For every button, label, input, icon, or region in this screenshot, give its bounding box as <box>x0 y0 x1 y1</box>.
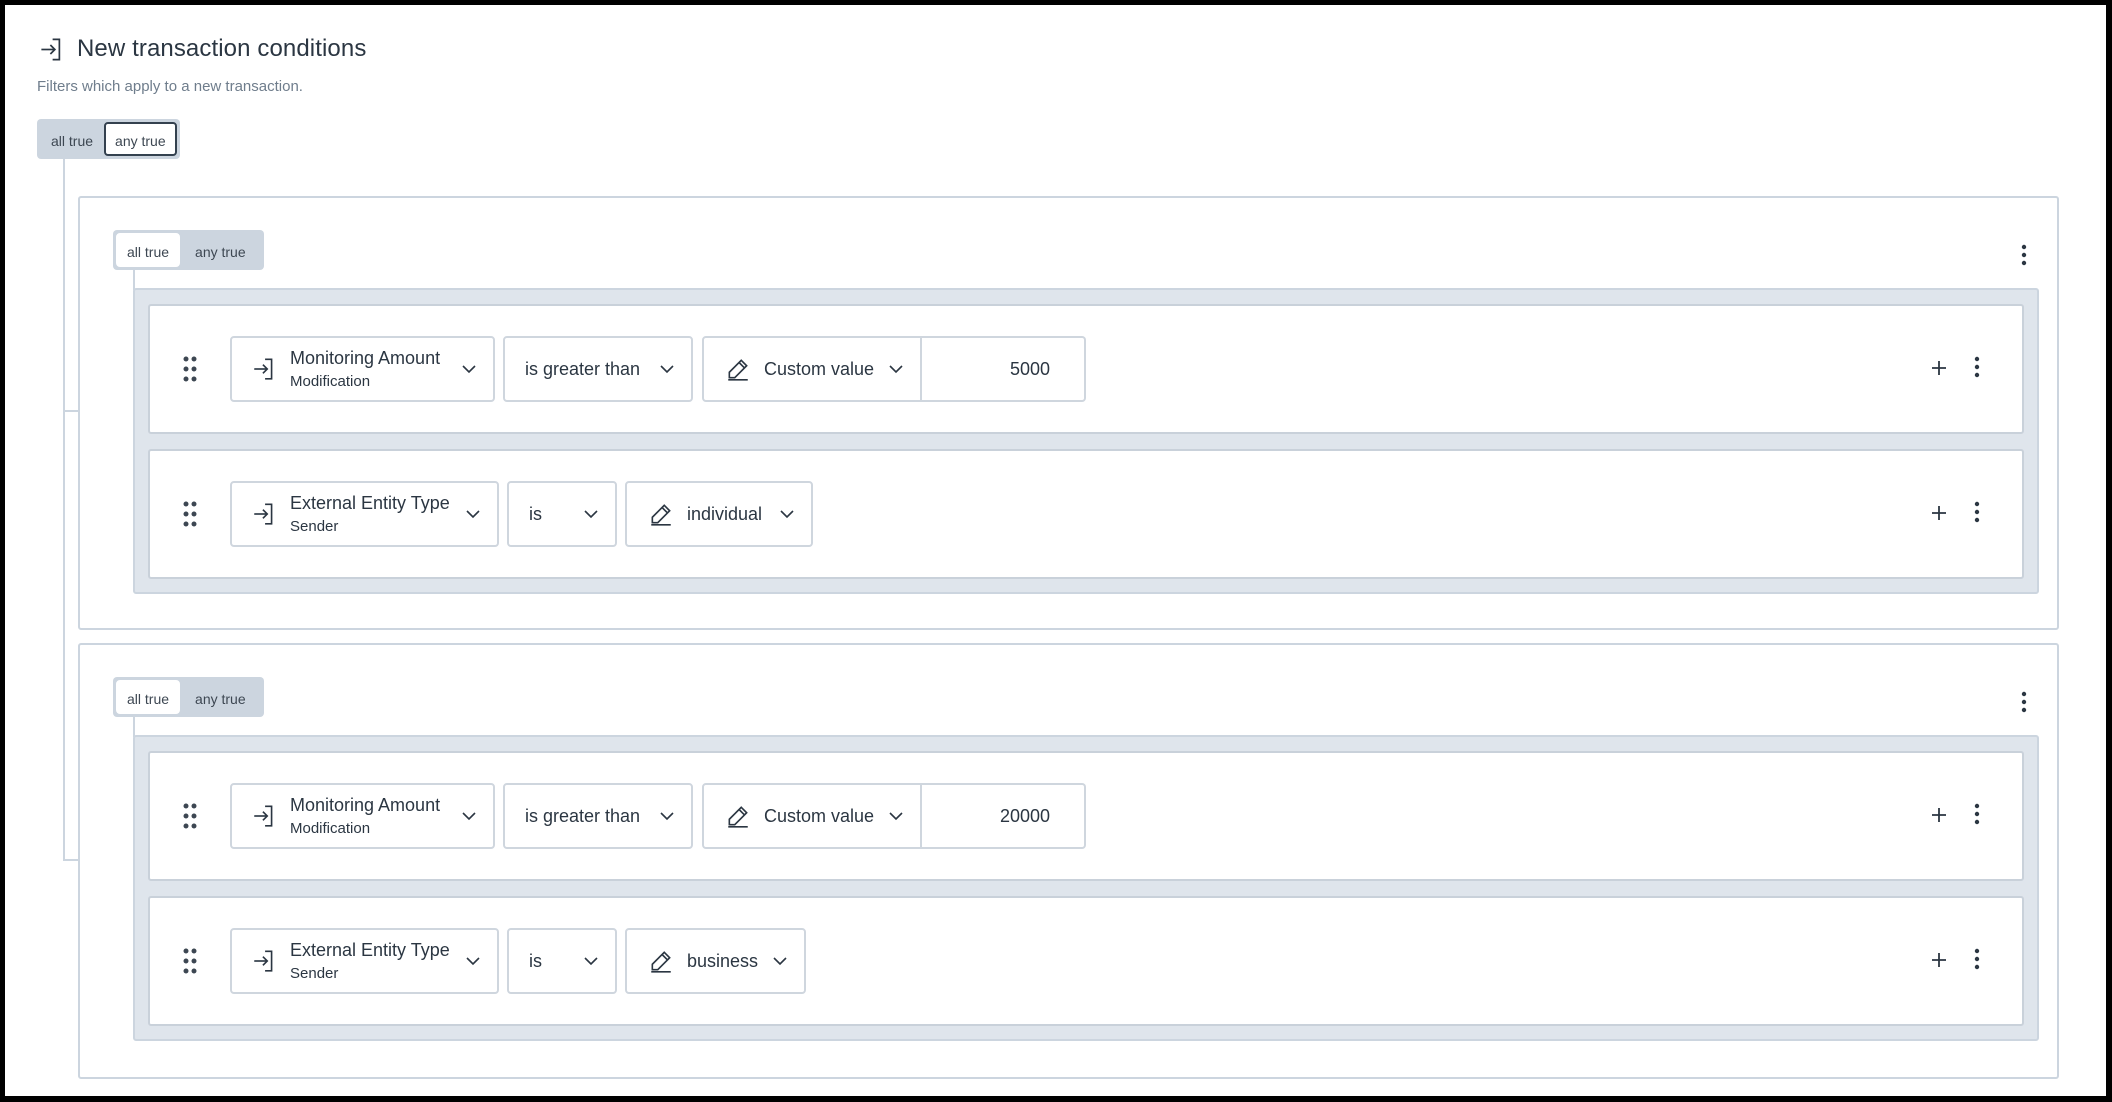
more-vertical-icon <box>1974 948 1980 970</box>
root-all-true-option[interactable]: all true <box>40 122 104 156</box>
root-any-true-option[interactable]: any true <box>104 122 177 156</box>
value-type-label: Custom value <box>764 358 875 379</box>
add-condition-button[interactable] <box>1928 804 1950 826</box>
condition-menu-button[interactable] <box>1974 803 1980 830</box>
value-label: business <box>687 950 759 971</box>
value-type-label: Custom value <box>764 805 875 826</box>
group-conditions-container: Monitoring Amount Modification is greater… <box>133 735 2039 1041</box>
custom-value-input[interactable]: 5000 <box>922 336 1086 402</box>
chevron-down-icon <box>660 365 674 374</box>
field-select[interactable]: External Entity Type Sender <box>230 928 499 994</box>
condition-group-1: all true any true Monitoring Amount Modif… <box>78 196 2059 630</box>
condition-row: External Entity Type Sender is business <box>148 896 2024 1026</box>
chevron-down-icon <box>584 510 598 519</box>
drag-handle-icon[interactable] <box>182 501 198 527</box>
operator-value: is <box>529 950 542 971</box>
group-any-true-option[interactable]: any true <box>180 233 261 267</box>
condition-row: Monitoring Amount Modification is greater… <box>148 304 2024 434</box>
page-subtitle: Filters which apply to a new transaction… <box>37 78 303 95</box>
tree-line <box>63 159 65 861</box>
field-name: Monitoring Amount <box>290 348 441 368</box>
field-category: Sender <box>290 518 339 535</box>
more-vertical-icon <box>2021 244 2027 266</box>
drag-handle-icon[interactable] <box>182 948 198 974</box>
add-condition-button[interactable] <box>1928 949 1950 971</box>
value-select[interactable]: business <box>625 928 806 994</box>
field-name: External Entity Type <box>290 493 450 513</box>
condition-group-2: all true any true Monitoring Amount Modif… <box>78 643 2059 1079</box>
pencil-icon <box>728 359 748 381</box>
chevron-down-icon <box>462 812 476 821</box>
root-logic-toggle: all true any true <box>37 119 180 159</box>
chevron-down-icon <box>462 365 476 374</box>
more-vertical-icon <box>2021 691 2027 713</box>
operator-value: is <box>529 503 542 524</box>
operator-select[interactable]: is greater than <box>503 783 693 849</box>
condition-menu-button[interactable] <box>1974 501 1980 528</box>
chevron-down-icon <box>660 812 674 821</box>
conditions-panel: New transaction conditions Filters which… <box>5 5 2106 1096</box>
field-category: Modification <box>290 820 371 837</box>
group-all-true-option[interactable]: all true <box>116 233 181 267</box>
more-vertical-icon <box>1974 356 1980 378</box>
group-menu-button[interactable] <box>2021 691 2027 718</box>
page-title: New transaction conditions <box>77 35 367 62</box>
chevron-down-icon <box>889 365 903 374</box>
field-select[interactable]: External Entity Type Sender <box>230 481 499 547</box>
pencil-icon <box>728 806 748 828</box>
condition-row: Monitoring Amount Modification is greater… <box>148 751 2024 881</box>
operator-select[interactable]: is <box>507 928 617 994</box>
group-menu-button[interactable] <box>2021 244 2027 271</box>
group-logic-toggle: all true any true <box>113 230 264 270</box>
more-vertical-icon <box>1974 803 1980 825</box>
chevron-down-icon <box>889 812 903 821</box>
drag-handle-icon[interactable] <box>182 356 198 382</box>
add-condition-button[interactable] <box>1928 502 1950 524</box>
login-arrow-icon <box>254 805 273 827</box>
more-vertical-icon <box>1974 501 1980 523</box>
operator-select[interactable]: is <box>507 481 617 547</box>
condition-row: External Entity Type Sender is individual <box>148 449 2024 579</box>
value-type-select[interactable]: Custom value <box>702 336 922 402</box>
group-all-true-option[interactable]: all true <box>116 680 181 714</box>
group-conditions-container: Monitoring Amount Modification is greater… <box>133 288 2039 594</box>
field-category: Sender <box>290 965 339 982</box>
value-select[interactable]: individual <box>625 481 813 547</box>
login-arrow-icon <box>254 503 273 525</box>
operator-value: is greater than <box>525 358 641 379</box>
field-category: Modification <box>290 373 371 390</box>
pencil-icon <box>651 504 671 526</box>
group-logic-toggle: all true any true <box>113 677 264 717</box>
group-any-true-option[interactable]: any true <box>180 680 261 714</box>
value-label: individual <box>687 503 763 524</box>
tree-line <box>133 270 135 290</box>
operator-select[interactable]: is greater than <box>503 336 693 402</box>
login-arrow-icon <box>254 358 273 380</box>
add-condition-button[interactable] <box>1928 357 1950 379</box>
custom-value-input[interactable]: 20000 <box>922 783 1086 849</box>
panel-header: New transaction conditions <box>38 35 366 63</box>
operator-value: is greater than <box>525 805 641 826</box>
tree-line <box>133 717 135 737</box>
field-select[interactable]: Monitoring Amount Modification <box>230 783 495 849</box>
field-select[interactable]: Monitoring Amount Modification <box>230 336 495 402</box>
condition-menu-button[interactable] <box>1974 948 1980 975</box>
chevron-down-icon <box>466 957 480 966</box>
value-type-select[interactable]: Custom value <box>702 783 922 849</box>
field-name: Monitoring Amount <box>290 795 441 815</box>
login-arrow-icon <box>41 38 61 60</box>
field-name: External Entity Type <box>290 940 450 960</box>
login-arrow-icon <box>254 950 273 972</box>
chevron-down-icon <box>773 957 787 966</box>
pencil-icon <box>651 951 671 973</box>
condition-menu-button[interactable] <box>1974 356 1980 383</box>
chevron-down-icon <box>584 957 598 966</box>
chevron-down-icon <box>780 510 794 519</box>
chevron-down-icon <box>466 510 480 519</box>
drag-handle-icon[interactable] <box>182 803 198 829</box>
